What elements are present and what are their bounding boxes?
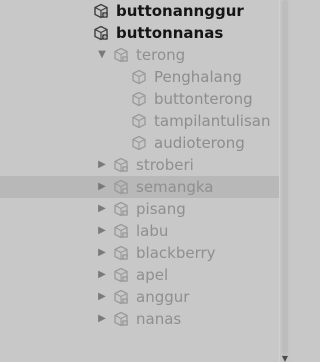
collapsed-arrow-icon[interactable]: ▶ xyxy=(96,203,108,215)
tree-item-blackberry[interactable]: ▶ blackberry xyxy=(0,242,279,264)
tree-item-stroberi[interactable]: ▶ stroberi xyxy=(0,154,279,176)
prefab-icon xyxy=(130,68,148,86)
collapsed-arrow-icon[interactable]: ▶ xyxy=(96,225,108,237)
tree-item-labu[interactable]: ▶ labu xyxy=(0,220,279,242)
prefab-plus-icon xyxy=(112,178,130,196)
tree-item-label: audioterong xyxy=(154,133,245,152)
hierarchy-tree: buttonannggur buttonnanas ▼ terong Pengh… xyxy=(0,0,279,330)
collapsed-arrow-icon[interactable]: ▶ xyxy=(96,291,108,303)
tree-item-label: buttonterong xyxy=(154,89,253,108)
prefab-plus-icon xyxy=(112,156,130,174)
tree-item-penghalang[interactable]: Penghalang xyxy=(0,66,279,88)
tree-item-buttonannggur[interactable]: buttonannggur xyxy=(0,0,279,22)
prefab-plus-icon xyxy=(112,200,130,218)
tree-item-label: buttonannggur xyxy=(116,1,244,20)
tree-item-buttonnanas[interactable]: buttonnanas xyxy=(0,22,279,44)
tree-item-nanas[interactable]: ▶ nanas xyxy=(0,308,279,330)
tree-item-pisang[interactable]: ▶ pisang xyxy=(0,198,279,220)
prefab-plus-icon xyxy=(112,222,130,240)
collapsed-arrow-icon[interactable]: ▶ xyxy=(96,269,108,281)
tree-item-label: anggur xyxy=(136,287,190,306)
tree-item-label: semangka xyxy=(136,177,214,196)
tree-item-label: nanas xyxy=(136,309,182,328)
vertical-scrollbar[interactable]: ▼ xyxy=(279,0,290,362)
expanded-arrow-icon[interactable]: ▼ xyxy=(96,49,108,61)
scroll-down-arrow-icon[interactable]: ▼ xyxy=(281,354,289,362)
tree-item-label: pisang xyxy=(136,199,186,218)
prefab-plus-icon xyxy=(112,46,130,64)
collapsed-arrow-icon[interactable]: ▶ xyxy=(96,247,108,259)
collapsed-arrow-icon[interactable]: ▶ xyxy=(96,181,108,193)
prefab-plus-icon xyxy=(92,24,110,42)
scrollbar-thumb[interactable] xyxy=(282,0,288,354)
collapsed-arrow-icon[interactable]: ▶ xyxy=(96,313,108,325)
prefab-plus-icon xyxy=(112,244,130,262)
tree-item-anggur[interactable]: ▶ anggur xyxy=(0,286,279,308)
prefab-icon xyxy=(130,134,148,152)
tree-item-label: terong xyxy=(136,45,186,64)
tree-item-label: stroberi xyxy=(136,155,194,174)
prefab-icon xyxy=(130,90,148,108)
tree-item-terong[interactable]: ▼ terong xyxy=(0,44,279,66)
tree-item-label: blackberry xyxy=(136,243,216,262)
prefab-plus-icon xyxy=(112,310,130,328)
tree-item-label: tampilantulisan xyxy=(154,111,271,130)
tree-item-label: labu xyxy=(136,221,169,240)
prefab-plus-icon xyxy=(112,288,130,306)
tree-item-audioterong[interactable]: audioterong xyxy=(0,132,279,154)
tree-item-label: Penghalang xyxy=(154,67,242,86)
tree-item-tampilantulisan[interactable]: tampilantulisan xyxy=(0,110,279,132)
collapsed-arrow-icon[interactable]: ▶ xyxy=(96,159,108,171)
tree-item-apel[interactable]: ▶ apel xyxy=(0,264,279,286)
hierarchy-panel: buttonannggur buttonnanas ▼ terong Pengh… xyxy=(0,0,290,362)
tree-item-label: apel xyxy=(136,265,169,284)
prefab-icon xyxy=(130,112,148,130)
tree-item-semangka[interactable]: ▶ semangka xyxy=(0,176,279,198)
tree-item-buttonterong[interactable]: buttonterong xyxy=(0,88,279,110)
prefab-plus-icon xyxy=(92,2,110,20)
tree-item-label: buttonnanas xyxy=(116,23,224,42)
prefab-plus-icon xyxy=(112,266,130,284)
